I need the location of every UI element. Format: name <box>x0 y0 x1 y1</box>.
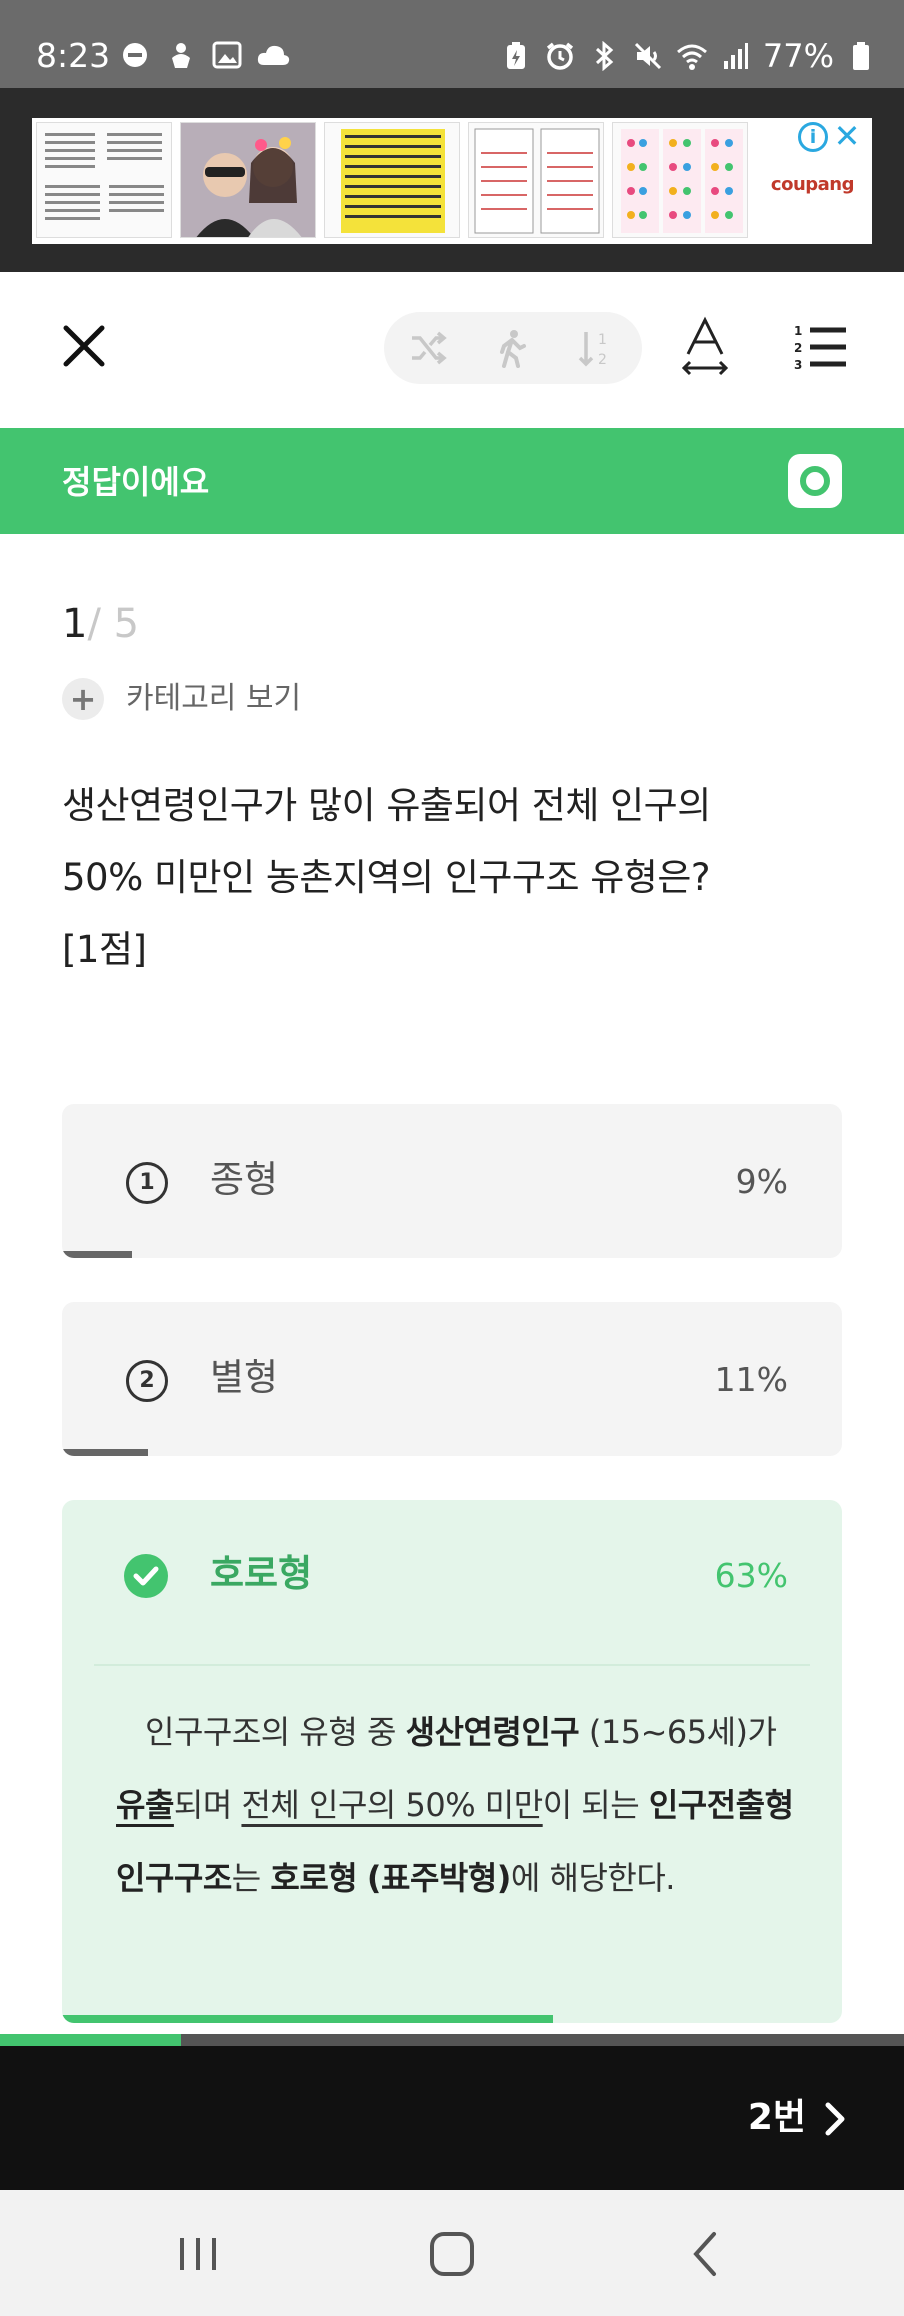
cloud-icon <box>256 38 290 72</box>
expl-part: 인구구조의 유형 중 <box>145 1713 406 1751</box>
category-toggle[interactable]: + 카테고리 보기 <box>62 678 301 720</box>
next-question-label: 2번 <box>747 2097 806 2138</box>
ad-banner-area: i ✕ coupang <box>0 88 904 272</box>
divider <box>94 1664 810 1666</box>
category-label: 카테고리 보기 <box>126 681 302 716</box>
expl-underline: 전체 인구의 50% 미만 <box>241 1786 543 1824</box>
battery-saver-icon <box>499 39 533 73</box>
bluetooth-icon <box>587 39 621 73</box>
circle-correct-icon <box>788 454 842 508</box>
option-number-2: 2 <box>126 1360 168 1402</box>
next-question-button[interactable]: 2번 <box>748 2088 848 2148</box>
correct-option-bar <box>62 2015 554 2023</box>
ad-banner[interactable]: i ✕ coupang <box>32 118 872 244</box>
walk-icon[interactable] <box>492 328 532 368</box>
ad-thumb-5[interactable] <box>612 122 748 238</box>
font-size-icon[interactable] <box>680 316 730 376</box>
expl-part: 되며 <box>173 1786 242 1824</box>
quiz-progress-track <box>0 2034 904 2046</box>
svg-text:1: 1 <box>598 332 607 348</box>
answer-option-1[interactable]: 1 종형 9% <box>62 1104 842 1258</box>
status-icons-right: 77% <box>499 36 878 76</box>
sort-numeric-icon[interactable]: 12 <box>576 328 616 368</box>
expl-bold: 생산연령인구 <box>405 1713 580 1751</box>
image-icon <box>210 38 244 72</box>
minus-circle-icon <box>118 38 152 72</box>
svg-text:2: 2 <box>794 341 802 355</box>
shuffle-icon[interactable] <box>408 328 448 368</box>
bottom-bar: 2번 <box>0 2046 904 2190</box>
expl-part: 이 되는 <box>542 1786 649 1824</box>
answer-option-2[interactable]: 2 별형 11% <box>62 1302 842 1456</box>
svg-text:1: 1 <box>794 324 802 338</box>
plus-icon: + <box>62 678 104 720</box>
option-number-1: 1 <box>126 1162 168 1204</box>
expl-part: (15~65세)가 <box>588 1713 777 1751</box>
question-text: 생산연령인구가 많이 유출되어 전체 인구의 50% 미만인 농촌지역의 인구구… <box>62 770 842 986</box>
expl-part: 에 해당한다. <box>510 1859 676 1897</box>
wifi-icon <box>675 39 709 73</box>
question-counter: 1/ 5 <box>62 600 139 648</box>
quiz-toolbar: 12 123 <box>0 272 904 428</box>
hand-icon <box>164 38 198 72</box>
option-bar-1 <box>62 1251 133 1258</box>
option-bar-2 <box>62 1449 148 1456</box>
current-question-number: 1 <box>62 601 88 647</box>
option-percent-1: 9% <box>735 1162 788 1201</box>
question-line-1: 생산연령인구가 많이 유출되어 전체 인구의 <box>62 784 711 827</box>
ad-info-icon[interactable]: i <box>798 122 828 152</box>
correct-option-label: 호로형 <box>210 1552 313 1595</box>
status-time: 8:23 <box>36 36 111 75</box>
battery-icon <box>844 39 878 73</box>
mute-icon <box>631 39 665 73</box>
question-line-2: 50% 미만인 농촌지역의 인구구조 유형은? <box>62 856 711 899</box>
chevron-right-icon <box>822 2098 848 2138</box>
option-percent-2: 11% <box>714 1360 788 1399</box>
ad-thumb-2[interactable] <box>180 122 316 238</box>
system-nav-bar <box>0 2190 904 2316</box>
numbered-list-icon[interactable]: 1 2 3 <box>792 324 846 372</box>
battery-percent: 77% <box>762 37 834 75</box>
question-line-3: [1점] <box>62 928 147 971</box>
ad-thumb-3[interactable] <box>324 122 460 238</box>
svg-text:2: 2 <box>598 352 607 368</box>
quiz-mode-pill: 12 <box>384 312 642 384</box>
ad-brand-logo[interactable]: coupang <box>771 174 855 195</box>
back-icon[interactable] <box>682 2230 730 2278</box>
expl-part: 는 <box>231 1859 271 1897</box>
alarm-icon <box>543 39 577 73</box>
recent-apps-icon[interactable] <box>174 2230 222 2278</box>
option-label-2: 별형 <box>210 1356 279 1399</box>
correct-banner: 정답이에요 <box>0 428 904 534</box>
signal-icon <box>719 39 753 73</box>
expl-underline: 유출 <box>116 1786 174 1824</box>
option-label-1: 종형 <box>210 1158 279 1201</box>
check-circle-icon <box>124 1554 168 1598</box>
close-icon[interactable] <box>58 320 110 372</box>
expl-bold: (표주박형) <box>366 1859 512 1897</box>
ad-thumb-4[interactable] <box>468 122 604 238</box>
status-bar: 8:23 77% <box>0 0 904 88</box>
correct-option-percent: 63% <box>714 1556 788 1595</box>
explanation-text: 인구구조의 유형 중 생산연령인구 (15~65세)가 유출되며 전체 인구의 … <box>116 1696 806 1915</box>
quiz-progress-fill <box>0 2034 181 2046</box>
result-label: 정답이에요 <box>62 463 210 501</box>
expl-bold: 호로형 <box>270 1859 358 1897</box>
total-questions: / 5 <box>87 601 140 647</box>
svg-text:3: 3 <box>794 358 802 370</box>
home-icon[interactable] <box>428 2230 476 2278</box>
ad-thumb-1[interactable] <box>36 122 172 238</box>
ad-close-icon[interactable]: ✕ <box>832 118 862 154</box>
status-icons-left <box>118 38 290 72</box>
correct-answer-card[interactable]: 호로형 63% 인구구조의 유형 중 생산연령인구 (15~65세)가 유출되며… <box>62 1500 842 2023</box>
